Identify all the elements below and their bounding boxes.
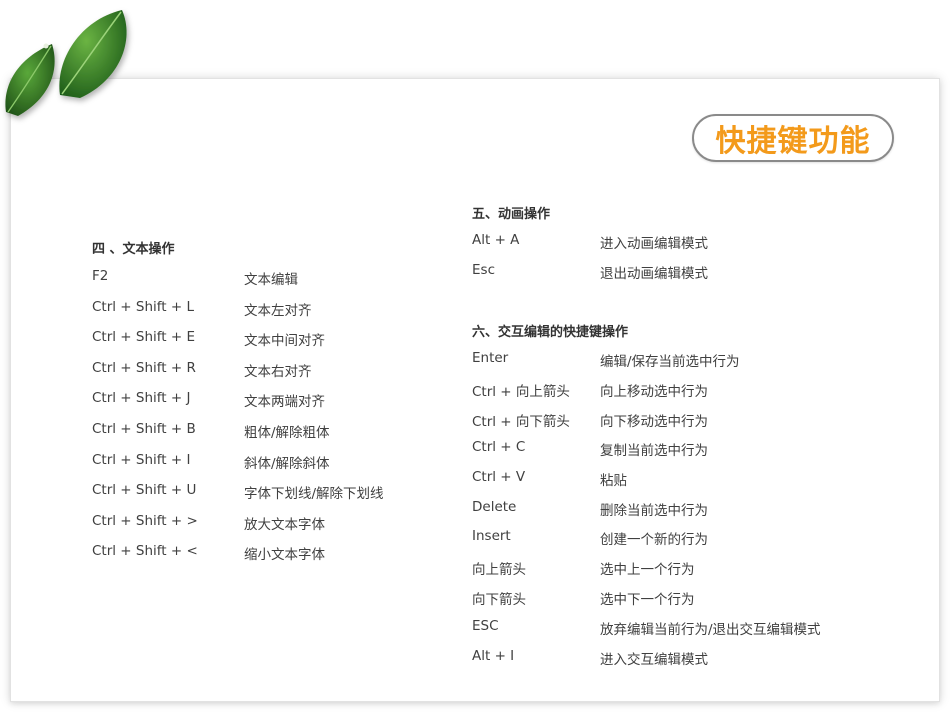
shortcut-desc: 创建一个新的行为 (600, 532, 708, 548)
shortcut-key: Ctrl + Shift + I (92, 452, 191, 468)
animation-section-title: 五、动画操作 (472, 207, 551, 222)
shortcut-key: Ctrl + 向上箭头 (472, 384, 570, 400)
shortcut-key: Ctrl + Shift + B (92, 421, 196, 437)
shortcut-desc: 斜体/解除斜体 (244, 456, 330, 472)
shortcut-desc: 向上移动选中行为 (600, 384, 708, 400)
shortcut-key: Ctrl + Shift + > (92, 513, 198, 529)
shortcut-key: Ctrl + Shift + L (92, 299, 195, 315)
shortcut-desc: 文本左对齐 (244, 303, 312, 319)
shortcut-desc: 文本编辑 (244, 272, 298, 288)
shortcut-desc: 向下移动选中行为 (600, 414, 708, 430)
shortcut-desc: 进入动画编辑模式 (600, 236, 708, 252)
shortcut-key: 向下箭头 (472, 592, 526, 608)
interaction-section-title: 六、交互编辑的快捷键操作 (472, 325, 629, 340)
shortcut-key: Enter (472, 350, 509, 366)
shortcut-key: Esc (472, 262, 495, 278)
text-section-title: 四 、文本操作 (92, 242, 175, 257)
shortcut-desc: 字体下划线/解除下划线 (244, 486, 384, 502)
shortcut-key: Ctrl + Shift + < (92, 543, 198, 559)
shortcut-key: Ctrl + Shift + R (92, 360, 196, 376)
shortcut-key: Ctrl + Shift + J (92, 390, 191, 406)
shortcut-desc: 选中上一个行为 (600, 562, 695, 578)
shortcut-desc: 放大文本字体 (244, 517, 325, 533)
shortcut-key: Alt + A (472, 232, 520, 248)
shortcut-desc: 选中下一个行为 (600, 592, 695, 608)
shortcut-desc: 放弃编辑当前行为/退出交互编辑模式 (600, 622, 821, 638)
shortcut-key: F2 (92, 268, 109, 284)
shortcut-desc: 粗体/解除粗体 (244, 425, 330, 441)
shortcut-desc: 文本两端对齐 (244, 394, 325, 410)
shortcut-key: Ctrl + 向下箭头 (472, 414, 570, 430)
shortcut-key: Ctrl + Shift + U (92, 482, 197, 498)
shortcut-desc: 缩小文本字体 (244, 547, 325, 563)
shortcut-desc: 粘贴 (600, 473, 627, 489)
shortcut-desc: 进入交互编辑模式 (600, 652, 708, 668)
page-title: 快捷键功能 (692, 114, 894, 162)
shortcut-desc: 删除当前选中行为 (600, 503, 708, 519)
shortcut-desc: 编辑/保存当前选中行为 (600, 354, 740, 370)
shortcut-key: ESC (472, 618, 499, 634)
shortcut-key: 向上箭头 (472, 562, 526, 578)
shortcut-key: Ctrl + Shift + E (92, 329, 196, 345)
shortcut-desc: 退出动画编辑模式 (600, 266, 708, 282)
shortcut-key: Ctrl + C (472, 439, 526, 455)
shortcut-key: Alt + I (472, 648, 515, 664)
shortcut-desc: 复制当前选中行为 (600, 443, 708, 459)
shortcut-key: Insert (472, 528, 511, 544)
shortcut-desc: 文本中间对齐 (244, 333, 325, 349)
shortcut-desc: 文本右对齐 (244, 364, 312, 380)
shortcut-key: Delete (472, 499, 517, 515)
shortcut-key: Ctrl + V (472, 469, 526, 485)
leaf-decoration-icon (5, 10, 127, 116)
